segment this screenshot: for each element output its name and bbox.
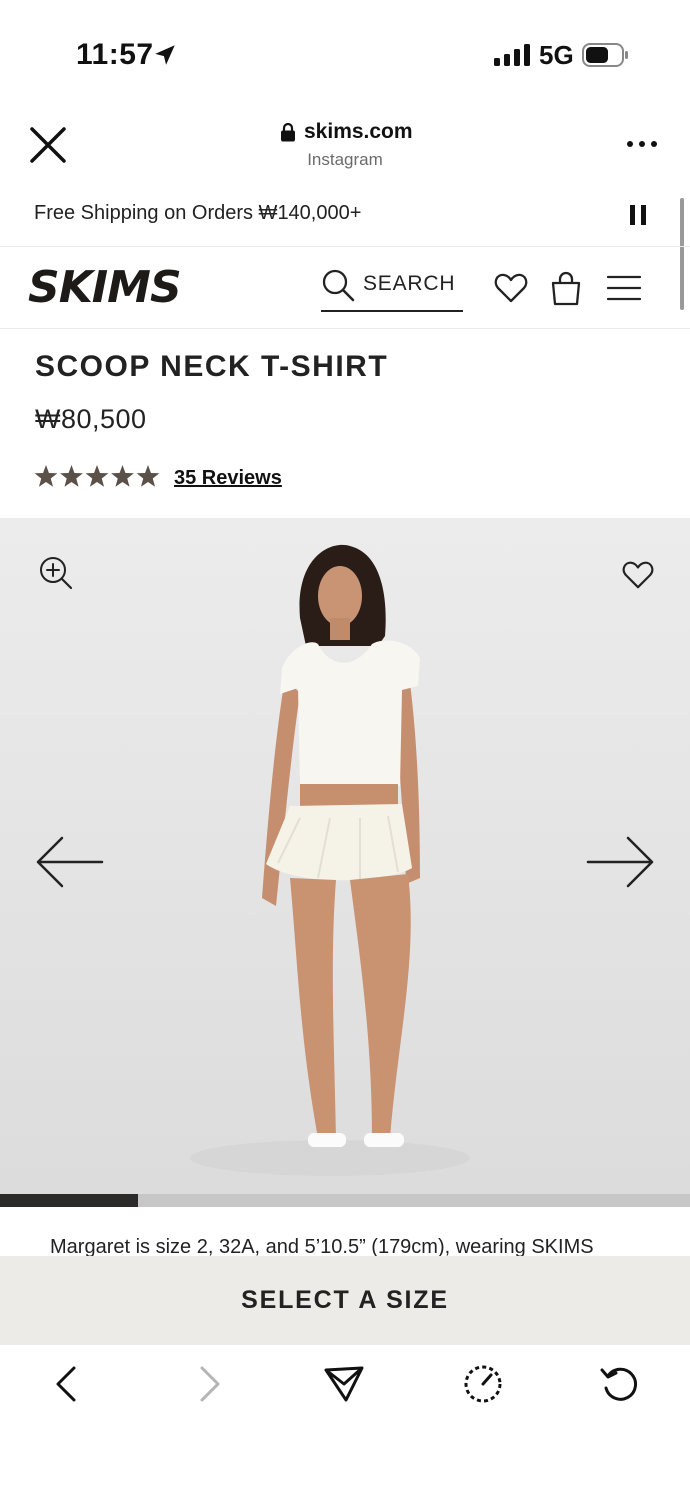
star-icon xyxy=(34,465,58,487)
divider xyxy=(0,328,690,329)
more-dots-icon[interactable] xyxy=(622,136,662,152)
divider xyxy=(0,246,690,247)
star-icon xyxy=(85,465,109,487)
gallery-progress-fill xyxy=(0,1194,138,1207)
arrow-right-icon[interactable] xyxy=(586,834,656,890)
select-size-label: SELECT A SIZE xyxy=(241,1286,449,1314)
star-icon xyxy=(60,465,83,487)
gallery-progress xyxy=(0,1194,690,1207)
lock-icon xyxy=(281,122,295,142)
signal-bars-icon xyxy=(494,44,530,66)
browser-source: Instagram xyxy=(307,150,383,169)
location-arrow-icon xyxy=(155,45,175,65)
forward-icon[interactable] xyxy=(186,1362,230,1406)
search-bar[interactable]: SEARCH xyxy=(321,264,463,312)
status-time: 11:57 xyxy=(76,38,154,71)
battery-icon xyxy=(582,43,628,67)
network-type: 5G xyxy=(539,40,574,70)
star-icon xyxy=(111,465,134,487)
promo-banner: Free Shipping on Orders ₩140,000+ xyxy=(34,202,362,224)
search-label: SEARCH xyxy=(363,272,456,295)
logo-text: SKIMS xyxy=(28,262,181,308)
product-price: ₩80,500 xyxy=(35,404,147,434)
pause-icon[interactable] xyxy=(628,203,648,227)
bag-icon[interactable] xyxy=(550,270,582,306)
heart-icon[interactable] xyxy=(494,272,528,304)
browser-domain: skims.com xyxy=(304,120,413,143)
star-icon xyxy=(136,465,160,487)
speed-icon[interactable] xyxy=(461,1362,505,1406)
product-title: SCOOP NECK T-SHIRT xyxy=(35,350,389,383)
search-icon xyxy=(322,269,355,302)
reload-icon[interactable] xyxy=(598,1362,642,1406)
reviews-link[interactable]: 35 Reviews xyxy=(174,467,282,490)
favorite-heart-icon[interactable] xyxy=(622,560,654,590)
model-caption: Margaret is size 2, 32A, and 5’10.5” (17… xyxy=(50,1236,594,1258)
back-icon[interactable] xyxy=(46,1362,90,1406)
share-icon[interactable] xyxy=(322,1362,366,1406)
zoom-in-icon[interactable] xyxy=(38,555,74,591)
arrow-left-icon[interactable] xyxy=(34,834,104,890)
skims-logo[interactable]: SKIMS xyxy=(28,262,198,308)
select-size-button[interactable]: SELECT A SIZE xyxy=(0,1256,690,1345)
menu-icon[interactable] xyxy=(606,274,642,302)
scroll-indicator[interactable] xyxy=(680,198,684,310)
star-rating xyxy=(34,465,160,487)
